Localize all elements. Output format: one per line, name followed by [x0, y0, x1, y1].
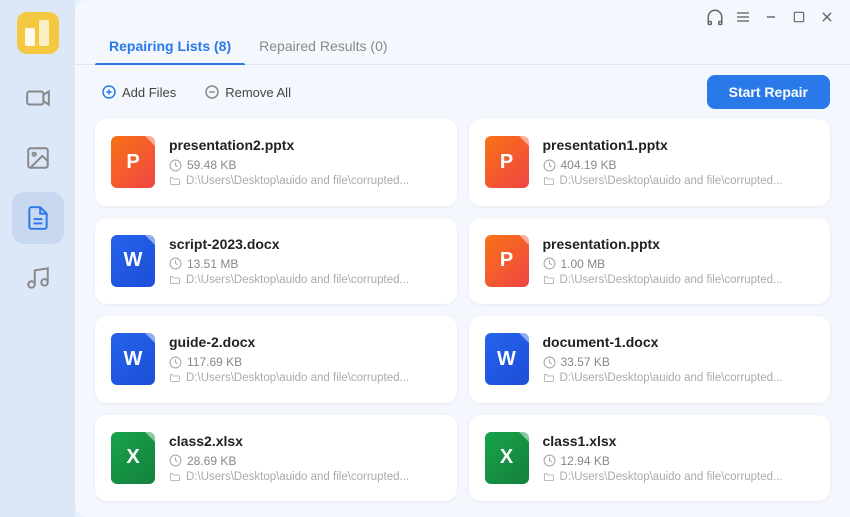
menu-icon[interactable] — [734, 8, 752, 26]
maximize-button[interactable] — [790, 8, 808, 26]
file-name: presentation.pptx — [543, 236, 815, 252]
main-content: Repairing Lists (8) Repaired Results (0)… — [75, 0, 850, 517]
folder-icon — [543, 372, 555, 384]
sidebar-item-photo[interactable] — [12, 132, 64, 184]
file-path: D:\Users\Desktop\auido and file\corrupte… — [543, 274, 815, 286]
minimize-button[interactable] — [762, 8, 780, 26]
file-card[interactable]: Ppresentation.pptx 1.00 MB D:\Users\Deskto… — [469, 218, 831, 305]
file-size: 117.69 KB — [169, 355, 441, 369]
toolbar: Add Files Remove All Start Repair — [75, 65, 850, 119]
start-repair-button[interactable]: Start Repair — [707, 75, 830, 109]
file-card[interactable]: Xclass2.xlsx 28.69 KB D:\Users\Desktop\aui… — [95, 415, 457, 502]
size-icon — [169, 356, 182, 369]
file-card[interactable]: Ppresentation1.pptx 404.19 KB D:\Users\Des… — [469, 119, 831, 206]
file-card[interactable]: Ppresentation2.pptx 59.48 KB D:\Users\Desk… — [95, 119, 457, 206]
sidebar-item-video[interactable] — [12, 72, 64, 124]
size-icon — [543, 454, 556, 467]
add-icon — [101, 84, 117, 100]
file-info: class2.xlsx 28.69 KB D:\Users\Desktop\auid… — [169, 433, 441, 483]
tab-repairing-lists[interactable]: Repairing Lists (8) — [95, 30, 245, 64]
remove-all-button[interactable]: Remove All — [198, 80, 297, 104]
file-size: 13.51 MB — [169, 257, 441, 271]
file-card[interactable]: Wscript-2023.docx 13.51 MB D:\Users\Deskto… — [95, 218, 457, 305]
tab-bar: Repairing Lists (8) Repaired Results (0) — [75, 30, 850, 65]
folder-icon — [169, 274, 181, 286]
file-type-icon: X — [485, 432, 529, 484]
file-info: document-1.docx 33.57 KB D:\Users\Desktop\… — [543, 334, 815, 384]
file-info: presentation2.pptx 59.48 KB D:\Users\Deskt… — [169, 137, 441, 187]
file-type-icon: P — [111, 136, 155, 188]
file-type-icon: P — [485, 235, 529, 287]
file-card[interactable]: Wguide-2.docx 117.69 KB D:\Users\Desktop\a… — [95, 316, 457, 403]
size-icon — [169, 454, 182, 467]
file-path: D:\Users\Desktop\auido and file\corrupte… — [169, 175, 441, 187]
folder-icon — [169, 175, 181, 187]
size-icon — [543, 356, 556, 369]
file-type-icon: P — [485, 136, 529, 188]
file-path: D:\Users\Desktop\auido and file\corrupte… — [543, 175, 815, 187]
folder-icon — [543, 274, 555, 286]
size-icon — [169, 159, 182, 172]
file-type-icon: W — [111, 333, 155, 385]
file-size: 1.00 MB — [543, 257, 815, 271]
file-name: class1.xlsx — [543, 433, 815, 449]
add-files-button[interactable]: Add Files — [95, 80, 182, 104]
folder-icon — [543, 175, 555, 187]
file-info: presentation1.pptx 404.19 KB D:\Users\Desk… — [543, 137, 815, 187]
file-path: D:\Users\Desktop\auido and file\corrupte… — [169, 274, 441, 286]
file-card[interactable]: Wdocument-1.docx 33.57 KB D:\Users\Desktop… — [469, 316, 831, 403]
tab-repaired-results[interactable]: Repaired Results (0) — [245, 30, 401, 64]
file-path: D:\Users\Desktop\auido and file\corrupte… — [543, 372, 815, 384]
file-info: script-2023.docx 13.51 MB D:\Users\Desktop… — [169, 236, 441, 286]
folder-icon — [169, 471, 181, 483]
file-size: 33.57 KB — [543, 355, 815, 369]
file-name: document-1.docx — [543, 334, 815, 350]
file-card[interactable]: Xclass1.xlsx 12.94 KB D:\Users\Desktop\aui… — [469, 415, 831, 502]
file-size: 404.19 KB — [543, 158, 815, 172]
app-logo — [17, 12, 59, 54]
file-type-icon: W — [485, 333, 529, 385]
file-name: class2.xlsx — [169, 433, 441, 449]
size-icon — [543, 257, 556, 270]
titlebar — [75, 0, 850, 28]
folder-icon — [543, 471, 555, 483]
file-path: D:\Users\Desktop\auido and file\corrupte… — [169, 372, 441, 384]
remove-icon — [204, 84, 220, 100]
headphones-icon[interactable] — [706, 8, 724, 26]
close-button[interactable] — [818, 8, 836, 26]
file-name: guide-2.docx — [169, 334, 441, 350]
sidebar-item-music[interactable] — [12, 252, 64, 304]
file-type-icon: X — [111, 432, 155, 484]
file-path: D:\Users\Desktop\auido and file\corrupte… — [543, 471, 815, 483]
file-size: 12.94 KB — [543, 454, 815, 468]
file-size: 28.69 KB — [169, 454, 441, 468]
file-size: 59.48 KB — [169, 158, 441, 172]
file-info: class1.xlsx 12.94 KB D:\Users\Desktop\auid… — [543, 433, 815, 483]
sidebar — [0, 0, 75, 517]
file-info: presentation.pptx 1.00 MB D:\Users\Desktop… — [543, 236, 815, 286]
file-grid: Ppresentation2.pptx 59.48 KB D:\Users\Desk… — [75, 119, 850, 517]
size-icon — [169, 257, 182, 270]
file-name: presentation1.pptx — [543, 137, 815, 153]
file-type-icon: W — [111, 235, 155, 287]
size-icon — [543, 159, 556, 172]
file-name: script-2023.docx — [169, 236, 441, 252]
file-name: presentation2.pptx — [169, 137, 441, 153]
sidebar-item-document[interactable] — [12, 192, 64, 244]
folder-icon — [169, 372, 181, 384]
file-info: guide-2.docx 117.69 KB D:\Users\Desktop\au… — [169, 334, 441, 384]
file-path: D:\Users\Desktop\auido and file\corrupte… — [169, 471, 441, 483]
